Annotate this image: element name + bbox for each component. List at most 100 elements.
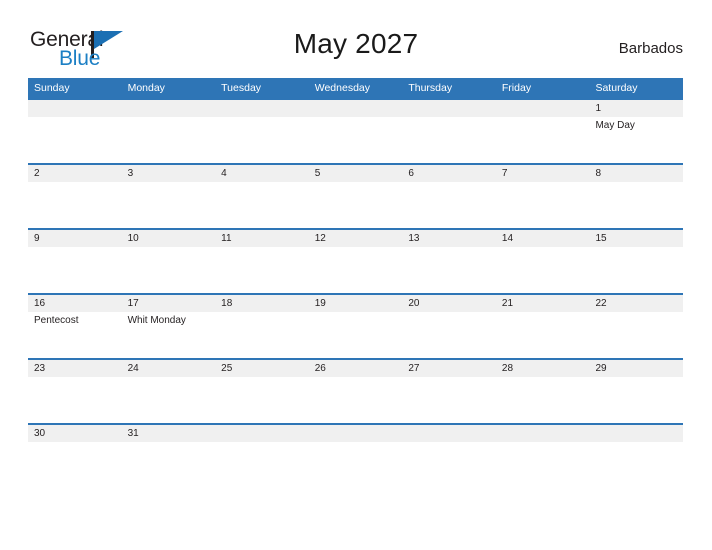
day-cell[interactable] — [122, 100, 216, 163]
day-number: 31 — [127, 428, 139, 439]
day-event — [502, 247, 590, 249]
day-cell[interactable]: 28 — [496, 360, 590, 423]
day-number: 7 — [501, 168, 508, 179]
day-number: 8 — [595, 168, 602, 179]
day-event — [34, 247, 122, 249]
day-cell[interactable]: 26 — [309, 360, 403, 423]
day-cell[interactable]: 6 — [402, 165, 496, 228]
day-event — [315, 377, 403, 379]
day-cell[interactable]: 10 — [122, 230, 216, 293]
day-event — [34, 182, 122, 184]
day-number: 9 — [34, 233, 40, 244]
day-event — [315, 182, 403, 184]
day-cell[interactable]: 19 — [309, 295, 403, 358]
day-cell[interactable]: 5 — [309, 165, 403, 228]
day-cell[interactable]: 9 — [28, 230, 122, 293]
day-cell[interactable] — [215, 425, 309, 488]
day-cell[interactable] — [402, 425, 496, 488]
day-number: 20 — [408, 298, 420, 309]
day-cell[interactable]: 22 — [589, 295, 683, 358]
day-cell[interactable]: 17 Whit Monday — [122, 295, 216, 358]
dow-friday: Friday — [501, 82, 532, 94]
week-row: 16 Pentecost 17 Whit Monday 18 19 20 21 22 — [28, 293, 683, 358]
day-cell[interactable]: 23 — [28, 360, 122, 423]
day-number: 6 — [408, 168, 414, 179]
day-cell[interactable]: 16 Pentecost — [28, 295, 122, 358]
day-cell[interactable] — [215, 100, 309, 163]
day-cell[interactable]: 14 — [496, 230, 590, 293]
dow-sunday: Sunday — [34, 82, 70, 94]
week-row: 30 31 — [28, 423, 683, 488]
day-number: 23 — [34, 363, 46, 374]
day-event — [221, 247, 309, 249]
day-number: 25 — [221, 363, 233, 374]
day-cell[interactable] — [402, 100, 496, 163]
day-event — [221, 377, 309, 379]
day-cell[interactable]: 24 — [122, 360, 216, 423]
dow-wednesday: Wednesday — [314, 82, 370, 94]
day-event — [595, 247, 683, 249]
day-event: Pentecost — [34, 315, 79, 326]
day-event — [315, 247, 403, 249]
day-cell[interactable]: 29 — [589, 360, 683, 423]
day-event — [315, 312, 403, 314]
day-number: 18 — [221, 298, 233, 309]
day-cell[interactable]: 11 — [215, 230, 309, 293]
day-cell[interactable]: 4 — [215, 165, 309, 228]
day-event — [128, 377, 216, 379]
week-row: 1 May Day — [28, 98, 683, 163]
day-cell[interactable] — [28, 100, 122, 163]
day-number: 5 — [314, 168, 321, 179]
day-event — [221, 312, 309, 314]
day-cell[interactable]: 21 — [496, 295, 590, 358]
day-of-week-header: Sunday Monday Tuesday Wednesday Thursday… — [28, 78, 683, 98]
day-number: 16 — [34, 298, 46, 309]
day-cell[interactable]: 12 — [309, 230, 403, 293]
day-cell[interactable] — [589, 425, 683, 488]
day-event — [595, 377, 683, 379]
day-event — [502, 377, 590, 379]
day-cell[interactable]: 20 — [402, 295, 496, 358]
day-number: 13 — [408, 233, 420, 244]
day-number: 14 — [501, 233, 514, 244]
day-cell[interactable]: 30 — [28, 425, 122, 488]
day-cell[interactable]: 25 — [215, 360, 309, 423]
day-number: 21 — [501, 298, 514, 309]
day-number: 19 — [314, 298, 326, 309]
calendar-page: General Blue May 2027 Barbados Sunday Mo… — [0, 0, 712, 550]
day-cell[interactable]: 1 May Day — [589, 100, 683, 163]
day-cell[interactable] — [309, 425, 403, 488]
day-cell[interactable]: 13 — [402, 230, 496, 293]
day-cell[interactable]: 31 — [122, 425, 216, 488]
day-number: 12 — [314, 233, 326, 244]
day-event — [221, 182, 309, 184]
day-number: 2 — [34, 168, 40, 179]
day-number: 15 — [595, 233, 607, 244]
day-cell[interactable] — [496, 425, 590, 488]
day-cell[interactable]: 3 — [122, 165, 216, 228]
day-event — [595, 312, 683, 314]
day-number: 3 — [127, 168, 134, 179]
day-number: 22 — [595, 298, 607, 309]
day-cell[interactable] — [309, 100, 403, 163]
day-cell[interactable]: 7 — [496, 165, 590, 228]
day-event — [595, 182, 683, 184]
day-cell[interactable] — [496, 100, 590, 163]
day-cell[interactable]: 15 — [589, 230, 683, 293]
week-row: 2 3 4 5 6 7 8 — [28, 163, 683, 228]
day-event — [408, 182, 496, 184]
day-cell[interactable]: 27 — [402, 360, 496, 423]
day-number: 24 — [127, 363, 139, 374]
day-event — [408, 312, 496, 314]
day-number: 10 — [127, 233, 139, 244]
day-event: May Day — [595, 120, 635, 131]
day-number: 27 — [408, 363, 420, 374]
day-event — [408, 377, 496, 379]
day-cell[interactable]: 8 — [589, 165, 683, 228]
day-cell[interactable]: 2 — [28, 165, 122, 228]
day-cell[interactable]: 18 — [215, 295, 309, 358]
day-event — [128, 247, 216, 249]
day-number: 26 — [314, 363, 326, 374]
day-event — [128, 442, 216, 444]
day-event — [408, 247, 496, 249]
